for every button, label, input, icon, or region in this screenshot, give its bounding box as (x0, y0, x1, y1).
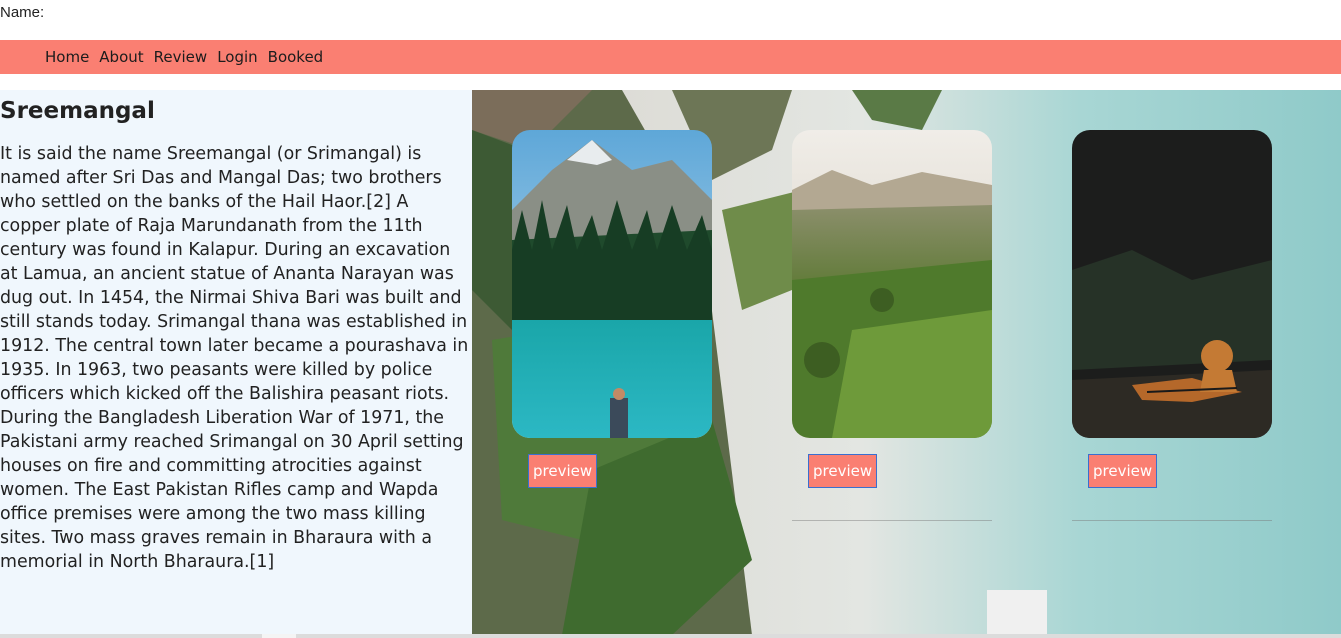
preview-button-3[interactable]: preview (1088, 454, 1158, 488)
scrollbar-thumb[interactable] (262, 634, 296, 638)
preview-button-1[interactable]: preview (528, 454, 598, 488)
article-section: Sreemangal It is said the name Sreemanga… (0, 90, 472, 635)
article-title: Sreemangal (0, 98, 155, 124)
horizontal-scrollbar[interactable] (0, 634, 1341, 638)
name-label: Name: (0, 4, 45, 21)
mountain-lake-hiker-image (512, 130, 712, 438)
top-bar: Name: (0, 0, 1341, 40)
gallery-section: preview preview preview (472, 90, 1341, 635)
nav-booked-link[interactable]: Booked (268, 48, 324, 66)
nav-home-link[interactable]: Home (45, 48, 89, 66)
main-navbar: Home About Review Login Booked (0, 40, 1341, 74)
card-divider-2 (792, 520, 992, 521)
card-tea-garden[interactable] (792, 130, 992, 438)
card-tiger[interactable] (1072, 130, 1272, 438)
card-divider-3 (1072, 520, 1272, 521)
preview-button-2[interactable]: preview (808, 454, 878, 488)
nav-about-link[interactable]: About (99, 48, 143, 66)
tiger-resting-image (1072, 130, 1272, 438)
card-mountain-lake[interactable] (512, 130, 712, 438)
article-body: It is said the name Sreemangal (or Srima… (0, 144, 469, 572)
nav-login-link[interactable]: Login (217, 48, 257, 66)
tea-garden-hills-image (792, 130, 992, 438)
nav-review-link[interactable]: Review (154, 48, 208, 66)
